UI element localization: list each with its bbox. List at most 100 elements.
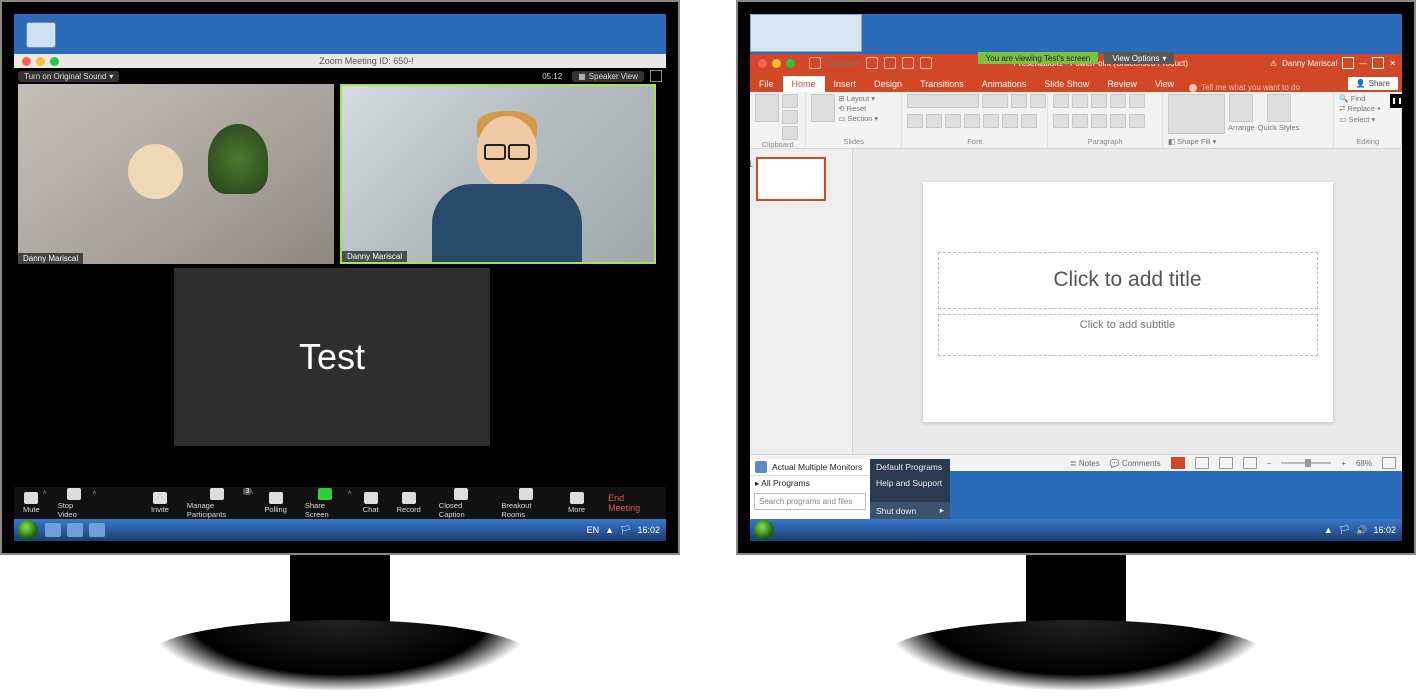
font-size-dropdown[interactable]: [982, 94, 1008, 108]
section-button[interactable]: ▭ Section ▾: [838, 114, 878, 123]
taskbar-app-icon[interactable]: [45, 523, 61, 537]
windows-taskbar[interactable]: ▲🏳🔊 16:02: [750, 519, 1402, 541]
new-slide-button[interactable]: [811, 94, 835, 122]
language-indicator[interactable]: EN: [587, 525, 600, 535]
ribbon-tab-file[interactable]: File: [750, 76, 783, 92]
video-tile-active[interactable]: Danny Mariscal: [340, 84, 656, 264]
copy-icon[interactable]: [782, 110, 798, 124]
all-programs-button[interactable]: ▸ All Programs: [750, 475, 870, 491]
background-window[interactable]: [750, 14, 862, 52]
paste-button[interactable]: [755, 94, 779, 122]
zoom-more-button[interactable]: More: [559, 487, 594, 519]
start-menu-link[interactable]: Default Programs: [870, 459, 950, 475]
fullscreen-icon[interactable]: [650, 70, 662, 82]
underline-icon[interactable]: [945, 114, 961, 128]
ribbon-tab-transitions[interactable]: Transitions: [911, 76, 973, 92]
zoom-out-button[interactable]: −: [1267, 459, 1272, 468]
start-button[interactable]: [18, 520, 38, 540]
font-family-dropdown[interactable]: [907, 94, 979, 108]
slide-thumbnail-pane[interactable]: 1: [750, 149, 853, 454]
zoom-invite-button[interactable]: Invite: [142, 487, 178, 519]
taskbar-app-icon[interactable]: [89, 523, 105, 537]
ribbon-tab-view[interactable]: View: [1146, 76, 1183, 92]
align-right-icon[interactable]: [1091, 114, 1107, 128]
strike-icon[interactable]: [964, 114, 980, 128]
zoom-chat-button[interactable]: Chat: [354, 487, 388, 519]
start-menu-item[interactable]: Actual Multiple Monitors: [750, 459, 870, 475]
mac-window-controls[interactable]: [14, 57, 67, 66]
ribbon-tab-home[interactable]: Home: [783, 76, 825, 92]
spacing-icon[interactable]: [1002, 114, 1018, 128]
shape-fill-button[interactable]: ◧ Shape Fill ▾: [1168, 137, 1231, 146]
shrink-font-icon[interactable]: [1030, 94, 1046, 108]
justify-icon[interactable]: [1110, 114, 1126, 128]
slideshow-view-icon[interactable]: [1243, 457, 1257, 469]
start-menu[interactable]: Actual Multiple Monitors ▸ All Programs …: [750, 459, 950, 519]
columns-icon[interactable]: [1129, 114, 1145, 128]
slide[interactable]: Click to add title Click to add subtitle: [923, 182, 1333, 422]
bullets-icon[interactable]: [1053, 94, 1069, 108]
taskbar-app-icon[interactable]: [67, 523, 83, 537]
zoom-polling-button[interactable]: Polling: [255, 487, 296, 519]
desktop-shortcut-icon[interactable]: [26, 22, 56, 48]
sorter-view-icon[interactable]: [1195, 457, 1209, 469]
zoom-participants-button[interactable]: Manage Participants˄: [178, 487, 255, 519]
end-meeting-button[interactable]: End Meeting: [594, 493, 666, 513]
format-painter-icon[interactable]: [782, 126, 798, 140]
arrange-button[interactable]: [1229, 94, 1253, 122]
align-center-icon[interactable]: [1072, 114, 1088, 128]
slide-canvas[interactable]: Click to add title Click to add subtitle: [853, 149, 1402, 454]
view-options-button[interactable]: View Options▾: [1104, 52, 1174, 64]
zoom-cc-button[interactable]: Closed Caption: [430, 487, 493, 519]
indent-left-icon[interactable]: [1091, 94, 1107, 108]
reading-view-icon[interactable]: [1219, 457, 1233, 469]
zoom-record-button[interactable]: Record: [388, 487, 430, 519]
ribbon-tab-slideshow[interactable]: Slide Show: [1035, 76, 1098, 92]
zoom-level[interactable]: 68%: [1356, 459, 1372, 468]
italic-icon[interactable]: [926, 114, 942, 128]
zoom-stop-share-icon[interactable]: [1390, 94, 1402, 108]
system-tray[interactable]: EN ▲ 🏳 16:02: [581, 525, 666, 536]
font-color-icon[interactable]: [1021, 114, 1037, 128]
replace-button[interactable]: ⮂ Replace ▾: [1339, 104, 1380, 114]
comments-button[interactable]: 💬 Comments: [1110, 459, 1161, 468]
ribbon-tab-design[interactable]: Design: [865, 76, 911, 92]
ribbon-tab-review[interactable]: Review: [1098, 76, 1146, 92]
indent-right-icon[interactable]: [1110, 94, 1126, 108]
original-sound-toggle[interactable]: Turn on Original Sound▾: [18, 71, 119, 82]
shadow-icon[interactable]: [983, 114, 999, 128]
fit-slide-icon[interactable]: [1382, 457, 1396, 469]
subtitle-placeholder[interactable]: Click to add subtitle: [938, 314, 1318, 356]
zoom-share-button[interactable]: Share Screen˄: [296, 487, 354, 519]
ribbon-tab-insert[interactable]: Insert: [825, 76, 866, 92]
align-left-icon[interactable]: [1053, 114, 1069, 128]
find-button[interactable]: 🔍 Find: [1339, 94, 1380, 103]
zoom-slider[interactable]: [1281, 462, 1331, 464]
tell-me-search[interactable]: Tell me what you want to do: [1183, 83, 1343, 92]
start-button[interactable]: [754, 520, 774, 540]
zoom-titlebar[interactable]: Zoom Meeting ID: 650-!: [14, 54, 666, 68]
slide-thumbnail[interactable]: 1: [756, 157, 826, 201]
clock[interactable]: 16:02: [1373, 525, 1396, 535]
shared-content-tile[interactable]: Test: [174, 268, 490, 446]
grow-font-icon[interactable]: [1011, 94, 1027, 108]
zoom-in-button[interactable]: +: [1341, 459, 1346, 468]
share-button[interactable]: 👤Share: [1348, 77, 1398, 90]
notes-button[interactable]: ≣ Notes: [1070, 459, 1100, 468]
system-tray[interactable]: ▲🏳🔊 16:02: [1318, 525, 1402, 536]
bold-icon[interactable]: [907, 114, 923, 128]
select-button[interactable]: ▭ Select ▾: [1339, 115, 1380, 124]
windows-taskbar[interactable]: EN ▲ 🏳 16:02: [14, 519, 666, 541]
reset-button[interactable]: ⟲ Reset: [838, 104, 878, 113]
cut-icon[interactable]: [782, 94, 798, 108]
layout-button[interactable]: ⊞ Layout ▾: [838, 94, 878, 103]
normal-view-icon[interactable]: [1171, 457, 1185, 469]
numbering-icon[interactable]: [1072, 94, 1088, 108]
zoom-mute-button[interactable]: Mute˄: [14, 487, 49, 519]
clock[interactable]: 16:02: [637, 525, 660, 535]
shapes-gallery[interactable]: [1168, 94, 1225, 134]
start-menu-link[interactable]: Help and Support: [870, 475, 950, 491]
line-spacing-icon[interactable]: [1129, 94, 1145, 108]
zoom-stopvideo-button[interactable]: Stop Video˄: [49, 487, 99, 519]
quick-styles-button[interactable]: [1267, 94, 1291, 122]
